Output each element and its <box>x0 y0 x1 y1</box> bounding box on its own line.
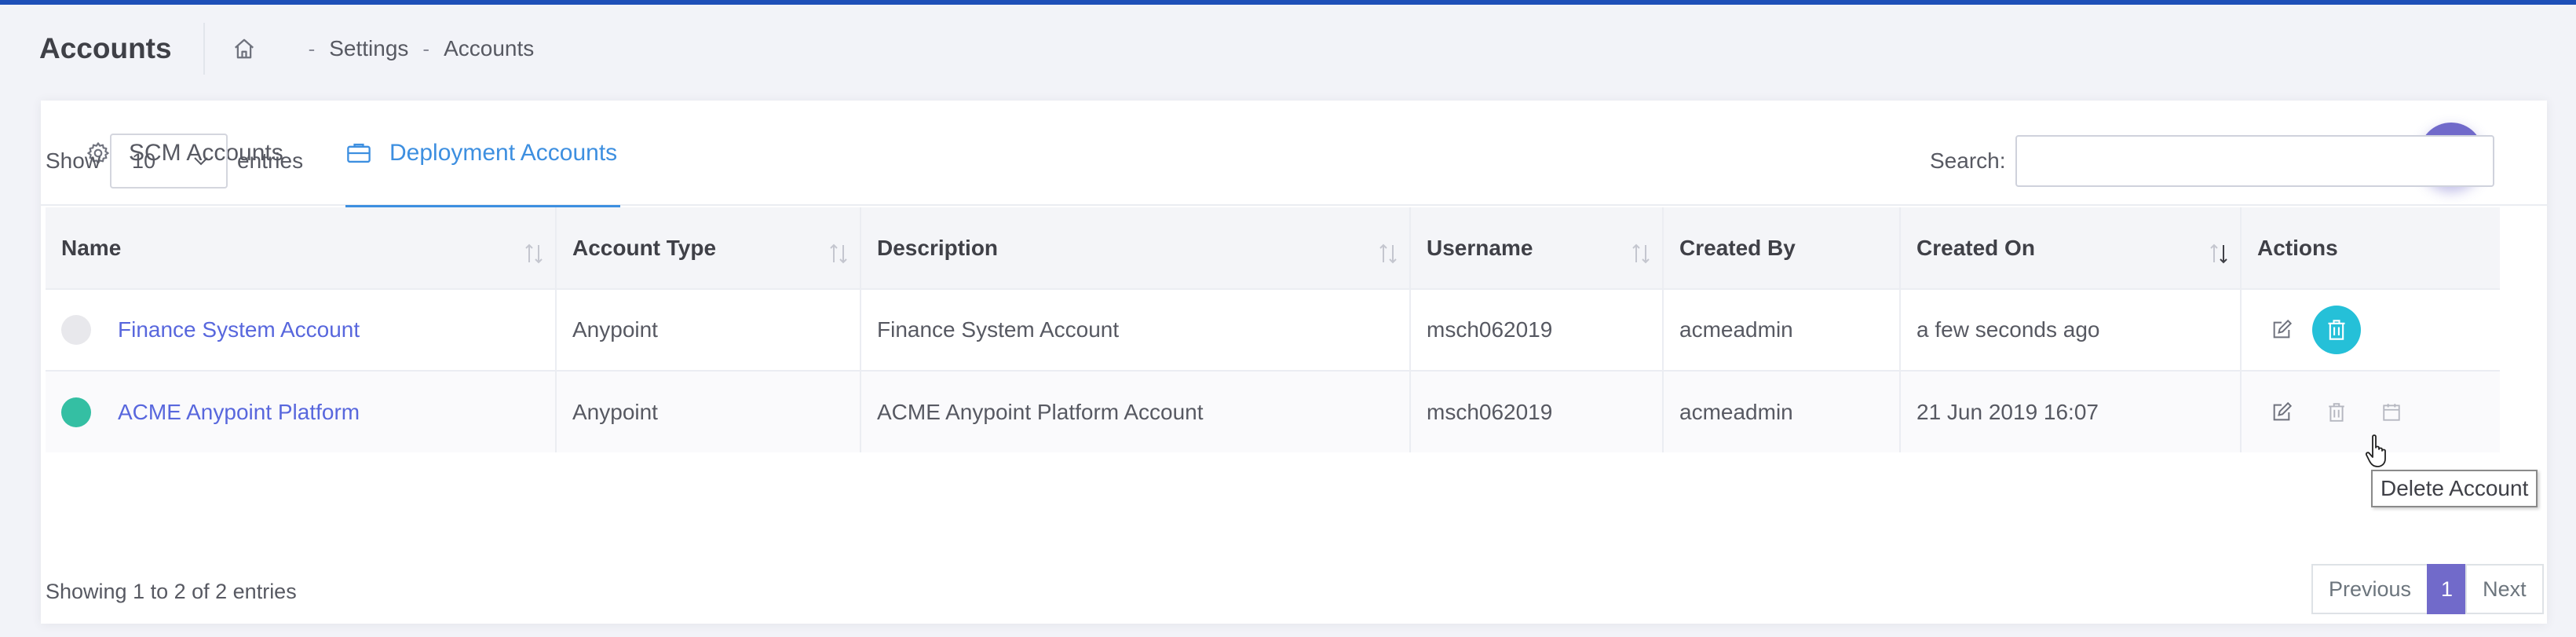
page-title: Accounts <box>39 32 172 64</box>
page-size-value: 10 <box>132 148 156 173</box>
tab-deployment-accounts[interactable]: Deployment Accounts <box>345 101 621 207</box>
status-indicator <box>61 315 91 345</box>
cell-actions <box>2241 288 2500 371</box>
top-accent-bar <box>0 0 2576 5</box>
cell-name: ACME Anypoint Platform <box>46 370 557 452</box>
cell-account-type: Anypoint <box>556 370 861 452</box>
tab-label: Deployment Accounts <box>389 139 618 166</box>
pagination-previous[interactable]: Previous <box>2311 564 2429 614</box>
cell-description: Finance System Account <box>860 288 1411 371</box>
show-label: Show <box>46 148 101 173</box>
cell-username: msch062019 <box>1410 370 1664 452</box>
calendar-icon <box>2382 403 2400 421</box>
chevron-down-icon <box>194 157 208 166</box>
sort-desc-icon <box>2210 243 2227 264</box>
pagination-next[interactable]: Next <box>2465 564 2544 614</box>
sort-icon <box>830 243 847 264</box>
briefcase-icon <box>345 140 372 167</box>
table-header-row: Name Account Type Description Username C… <box>46 207 2500 289</box>
cell-description: ACME Anypoint Platform Account <box>860 370 1411 452</box>
edit-icon <box>2273 319 2293 339</box>
edit-button[interactable] <box>2257 306 2306 354</box>
entries-label: entries <box>237 148 304 173</box>
cell-username: msch062019 <box>1410 288 1664 371</box>
search-label: Search: <box>1930 148 2006 173</box>
sort-icon <box>525 243 543 264</box>
subheader: Accounts - Settings - Accounts <box>39 23 534 75</box>
cell-created-on: 21 Jun 2019 16:07 <box>1900 370 2242 452</box>
home-icon[interactable] <box>230 35 258 63</box>
hand-pointer-icon <box>2365 434 2386 467</box>
page-size-control: Show 10 entries <box>46 134 303 189</box>
page-size-select[interactable]: 10 <box>110 134 228 189</box>
pagination-page-1[interactable]: 1 <box>2427 564 2468 614</box>
column-account-type[interactable]: Account Type <box>556 207 861 289</box>
delete-button[interactable] <box>2311 306 2361 354</box>
edit-button[interactable] <box>2257 388 2306 437</box>
cell-created-on: a few seconds ago <box>1900 288 2242 371</box>
cell-created-by: acmeadmin <box>1663 288 1901 371</box>
column-description[interactable]: Description <box>860 207 1411 289</box>
status-indicator <box>61 397 91 427</box>
column-username[interactable]: Username <box>1410 207 1664 289</box>
column-created-on[interactable]: Created On <box>1900 207 2242 289</box>
account-name-link[interactable]: Finance System Account <box>118 317 360 342</box>
table-info: Showing 1 to 2 of 2 entries <box>46 580 297 603</box>
column-actions: Actions <box>2241 207 2500 289</box>
column-created-by: Created By <box>1663 207 1901 289</box>
table-row: ACME Anypoint Platform Anypoint ACME Any… <box>46 370 2500 452</box>
calendar-button[interactable] <box>2367 388 2416 437</box>
trash-icon <box>2328 320 2345 340</box>
edit-icon <box>2273 401 2293 420</box>
breadcrumb-separator: - <box>422 36 430 60</box>
cell-account-type: Anypoint <box>556 288 861 371</box>
trash-icon <box>2329 402 2344 422</box>
pagination: Previous 1 Next <box>2311 564 2544 614</box>
cell-created-by: acmeadmin <box>1663 370 1901 452</box>
cell-name: Finance System Account <box>46 288 557 371</box>
breadcrumb-separator: - <box>308 36 316 60</box>
accounts-table: Name Account Type Description Username C… <box>46 207 2500 452</box>
sort-icon <box>1632 243 1650 264</box>
delete-button[interactable] <box>2312 388 2361 437</box>
table-row: Finance System Account Anypoint Finance … <box>46 288 2500 371</box>
delete-tooltip: Delete Account <box>2371 470 2538 507</box>
search-input[interactable] <box>2015 135 2494 187</box>
subheader-divider <box>203 23 205 75</box>
breadcrumb-settings[interactable]: Settings <box>329 36 408 61</box>
breadcrumb-accounts[interactable]: Accounts <box>444 36 534 61</box>
search-control: Search: <box>1930 135 2494 187</box>
column-name[interactable]: Name <box>46 207 557 289</box>
sort-icon <box>1379 243 1397 264</box>
account-name-link[interactable]: ACME Anypoint Platform <box>118 400 360 424</box>
